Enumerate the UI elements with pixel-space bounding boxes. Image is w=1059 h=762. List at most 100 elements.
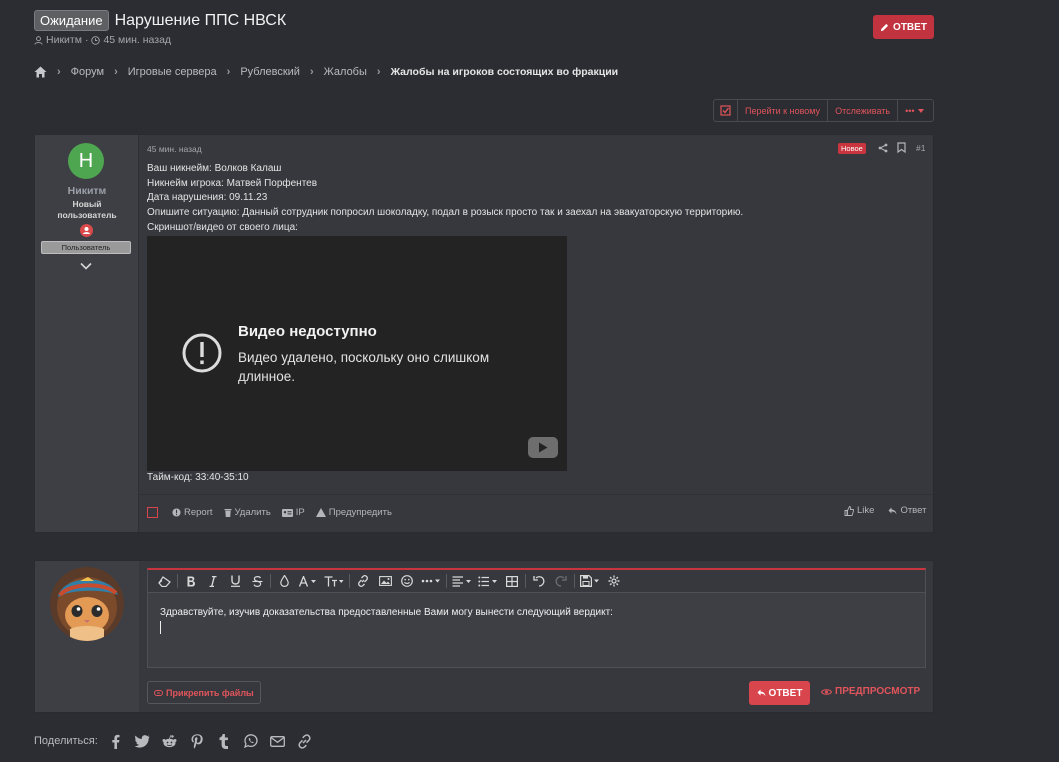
more-menu-button[interactable]: ••• — [898, 100, 930, 121]
editor-content[interactable]: Здравствуйте, изучив доказательства пред… — [160, 607, 613, 618]
reply-post-button[interactable]: Ответ — [888, 505, 926, 516]
select-post-checkbox[interactable] — [147, 507, 158, 518]
text-color-button[interactable] — [273, 573, 295, 590]
facebook-icon[interactable] — [107, 732, 125, 750]
font-family-button[interactable] — [295, 573, 321, 590]
reply-arrow-icon — [757, 689, 766, 697]
breadcrumb-separator: › — [226, 66, 231, 78]
ip-label: IP — [295, 507, 305, 518]
link-icon — [358, 575, 368, 587]
avatar[interactable] — [50, 567, 124, 641]
thread-author[interactable]: Никитм — [46, 34, 82, 46]
post-username[interactable]: Никитм — [35, 185, 139, 197]
embedded-video[interactable]: Видео недоступно Видео удалено, поскольк… — [147, 236, 567, 471]
editor-toolbar — [148, 570, 925, 593]
user-title-line: пользователь — [57, 210, 117, 220]
breadcrumb-item[interactable]: Рублевский — [240, 66, 300, 78]
post-number[interactable]: #1 — [916, 143, 925, 153]
clear-formatting-button[interactable] — [153, 573, 175, 590]
like-label: Like — [857, 505, 875, 516]
underline-button[interactable] — [224, 573, 246, 590]
pencil-icon — [880, 23, 889, 31]
reply-post-label: Ответ — [900, 505, 927, 516]
submit-reply-label: ОТВЕТ — [768, 687, 803, 699]
top-reply-label: ОТВЕТ — [893, 21, 927, 33]
submit-reply-button[interactable]: ОТВЕТ — [749, 681, 810, 705]
post-divider — [139, 494, 933, 495]
youtube-play-icon[interactable] — [528, 437, 558, 458]
italic-icon — [209, 575, 217, 587]
breadcrumb-current[interactable]: Жалобы на игроков состоящих во фракции — [391, 66, 619, 78]
chevron-down-icon — [917, 108, 924, 113]
breadcrumb-separator: › — [114, 66, 118, 78]
report-label: Report — [184, 507, 213, 518]
insert-image-button[interactable] — [374, 573, 396, 590]
avatar[interactable]: Н — [68, 143, 104, 179]
email-icon[interactable] — [269, 732, 287, 750]
twitter-icon[interactable] — [134, 732, 152, 750]
thread-prefix-badge[interactable]: Ожидание — [34, 10, 109, 31]
font-icon — [299, 575, 316, 587]
more-options-button[interactable] — [418, 573, 444, 590]
align-button[interactable] — [449, 573, 475, 590]
whatsapp-icon[interactable] — [242, 732, 260, 750]
watch-button[interactable]: Отслеживать — [828, 100, 899, 121]
go-to-new-button[interactable]: Перейти к новому — [738, 100, 829, 121]
tumblr-icon[interactable] — [215, 732, 233, 750]
emoji-button[interactable] — [396, 573, 418, 590]
post-user-panel: Н Никитм Новый пользователь Пользователь — [35, 135, 139, 532]
insert-table-button[interactable] — [501, 573, 523, 590]
toolbar-divider — [349, 574, 350, 588]
post-line: Ваш никнейм: Волков Калаш — [147, 163, 282, 174]
post-message: Н Никитм Новый пользователь Пользователь… — [34, 134, 934, 533]
attach-files-button[interactable]: Прикрепить файлы — [147, 681, 261, 704]
link-icon[interactable] — [296, 732, 314, 750]
thread-title: Нарушение ППС НВСК — [114, 11, 287, 29]
preview-button[interactable]: ПРЕДПРОСМОТР — [821, 686, 920, 697]
like-button[interactable]: Like — [844, 505, 874, 516]
reddit-icon[interactable] — [161, 732, 179, 750]
delete-button[interactable]: Удалить — [224, 507, 271, 518]
redo-icon — [555, 576, 567, 587]
redo-button[interactable] — [550, 573, 572, 590]
bookmark-icon[interactable] — [897, 142, 906, 153]
drafts-button[interactable] — [577, 573, 603, 590]
expand-chevron-icon[interactable] — [80, 262, 92, 270]
bold-icon — [187, 576, 195, 586]
insert-link-button[interactable] — [352, 573, 374, 590]
rich-text-editor: Здравствуйте, изучив доказательства пред… — [147, 568, 926, 668]
pinterest-icon[interactable] — [188, 732, 206, 750]
undo-icon — [533, 576, 545, 587]
warn-button[interactable]: Предупредить — [315, 507, 392, 518]
breadcrumb-item[interactable]: Жалобы — [324, 66, 367, 78]
breadcrumb-item[interactable]: Игровые сервера — [128, 66, 217, 78]
report-button[interactable]: Report — [172, 507, 213, 518]
list-button[interactable] — [475, 573, 501, 590]
toolbar-divider — [270, 574, 271, 588]
share-icon[interactable] — [878, 143, 888, 153]
undo-button[interactable] — [528, 573, 550, 590]
strikethrough-button[interactable] — [246, 573, 268, 590]
italic-button[interactable] — [202, 573, 224, 590]
user-status-icon — [80, 224, 93, 237]
ip-button[interactable]: IP — [281, 507, 305, 518]
post-line: Скриншот/видео от своего лица: — [147, 221, 298, 233]
post-time[interactable]: 45 мин. назад — [147, 144, 202, 154]
font-size-button[interactable] — [321, 573, 347, 590]
thread-action-bar: Перейти к новому Отслеживать ••• — [713, 99, 934, 122]
post-actions-left: Report Удалить IP Предупредить — [147, 507, 403, 518]
gear-icon — [608, 575, 620, 587]
warning-triangle-icon — [315, 508, 326, 517]
editor-settings-button[interactable] — [603, 573, 625, 590]
breadcrumb-item[interactable]: Форум — [71, 66, 104, 78]
thread-time[interactable]: 45 мин. назад — [103, 34, 171, 46]
post-actions-right: Like Ответ — [844, 505, 926, 516]
bold-button[interactable] — [180, 573, 202, 590]
save-icon — [580, 575, 599, 587]
select-thread-checkbox[interactable] — [714, 100, 738, 121]
user-icon — [34, 35, 43, 45]
ellipsis-icon — [421, 579, 440, 583]
top-reply-button[interactable]: ОТВЕТ — [873, 15, 934, 39]
user-title: Новый пользователь — [35, 199, 139, 221]
home-icon[interactable] — [34, 66, 47, 78]
